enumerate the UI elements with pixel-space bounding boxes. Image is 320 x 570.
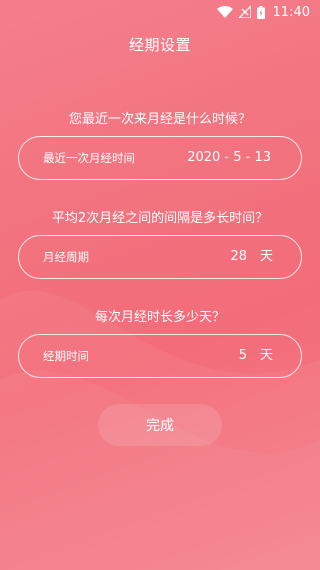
question-cycle: 平均2次月经之间的间隔是多长时间？ — [51, 211, 269, 226]
done-button[interactable]: 完成 — [98, 404, 222, 446]
status-bar: 11:40 — [0, 0, 320, 24]
last-period-label: 最近一次月经时间 — [43, 151, 135, 165]
cycle-value: 28 — [230, 249, 247, 264]
page-title: 经期设置 — [128, 36, 191, 54]
question-last-period: 您最近一次来月经是什么时候？ — [68, 112, 251, 127]
cycle-label: 月经周期 — [43, 250, 89, 264]
last-period-value: 2020 - 5 - 13 — [187, 150, 271, 165]
cycle-field[interactable]: 月经周期 28 天 — [18, 235, 302, 279]
duration-label: 经期时间 — [43, 349, 89, 363]
duration-field[interactable]: 经期时间 5 天 — [18, 334, 302, 378]
signal-icon — [238, 6, 251, 18]
duration-unit: 天 — [259, 348, 273, 363]
cycle-unit: 天 — [259, 249, 273, 264]
wifi-icon — [216, 6, 233, 18]
question-duration: 每次月经时长多少天？ — [94, 310, 225, 325]
background-decoration — [0, 290, 320, 570]
battery-icon — [256, 5, 265, 19]
status-time: 11:40 — [272, 4, 310, 20]
duration-value: 5 — [238, 348, 247, 363]
last-period-field[interactable]: 最近一次月经时间 2020 - 5 - 13 — [18, 136, 302, 180]
